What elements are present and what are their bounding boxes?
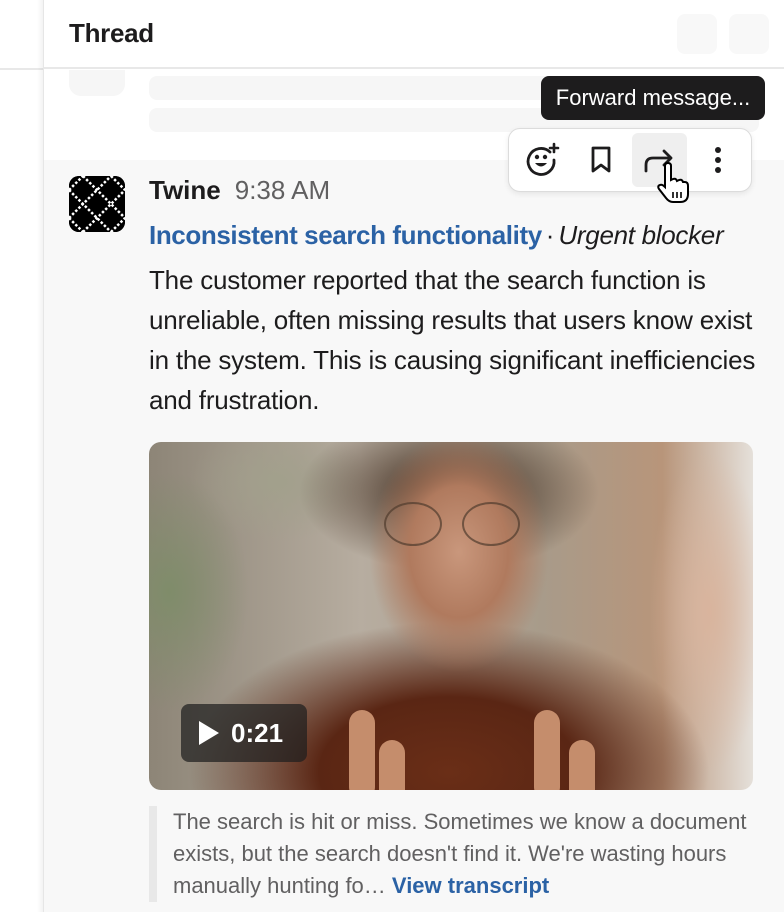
priority-label: Urgent blocker	[558, 220, 724, 250]
play-icon	[199, 721, 219, 745]
close-thread-button[interactable]	[729, 14, 769, 54]
timestamp[interactable]: 9:38 AM	[235, 175, 330, 206]
issue-title-line: Inconsistent search functionality · Urgent…	[149, 220, 724, 251]
twine-logo-icon	[69, 176, 125, 232]
more-actions-button[interactable]	[691, 133, 746, 187]
separator: ·	[545, 220, 555, 250]
tooltip: Forward message...	[541, 76, 765, 120]
emoji-add-icon	[526, 142, 560, 176]
avatar[interactable]	[69, 176, 125, 232]
loading-avatar-placeholder	[69, 70, 125, 96]
more-vertical-icon	[714, 147, 721, 173]
message: Twine 9:38 AM Inconsistent search functi…	[44, 160, 784, 912]
video-subject-hand	[379, 740, 405, 790]
left-pane-edge	[0, 0, 43, 912]
message-actions-toolbar	[508, 128, 752, 192]
view-transcript-link[interactable]: View transcript	[392, 873, 549, 898]
video-subject-hand	[349, 710, 375, 790]
transcript-quote: The search is hit or miss. Sometimes we …	[149, 806, 769, 902]
video-subject-hand	[569, 740, 595, 790]
video-subject-hand	[534, 710, 560, 790]
video-duration: 0:21	[231, 717, 284, 748]
video-subject-glasses	[384, 502, 524, 546]
video-thumbnail[interactable]: 0:21	[149, 442, 753, 790]
thread-header: Thread	[44, 0, 784, 69]
save-message-button[interactable]	[574, 133, 629, 187]
issue-title-link[interactable]: Inconsistent search functionality	[149, 220, 542, 250]
message-header: Twine 9:38 AM	[149, 175, 330, 206]
hand-pointer-cursor-icon	[657, 162, 689, 203]
add-reaction-button[interactable]	[515, 133, 570, 187]
header-action-button-1[interactable]	[677, 14, 717, 54]
message-body: The customer reported that the search fu…	[149, 265, 756, 415]
divider	[0, 68, 43, 70]
page-title: Thread	[69, 18, 154, 48]
bookmark-icon	[591, 146, 611, 173]
play-video-button[interactable]: 0:21	[181, 704, 307, 762]
sender-name[interactable]: Twine	[149, 175, 221, 206]
